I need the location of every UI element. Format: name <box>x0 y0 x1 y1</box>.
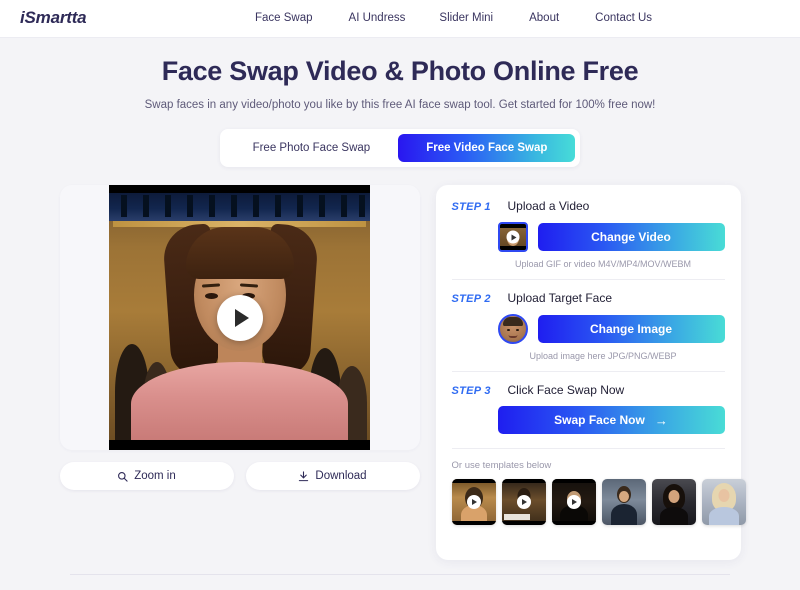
page-title: Face Swap Video & Photo Online Free <box>161 56 639 86</box>
video-player[interactable] <box>109 185 370 450</box>
main-content: Zoom in Download STEP 1 Upload a Video C… <box>0 185 800 560</box>
step-1: STEP 1 Upload a Video Change Video Uploa… <box>452 199 725 269</box>
video-preview-card <box>59 185 420 450</box>
page-subtitle: Swap faces in any video/photo you like b… <box>144 99 656 111</box>
step-3-body: Swap Face Now → <box>452 406 725 434</box>
template-2[interactable] <box>501 479 546 525</box>
play-icon[interactable] <box>216 294 263 341</box>
swap-face-now-button[interactable]: Swap Face Now → <box>497 406 725 434</box>
step-2-body: Change Image <box>452 314 725 344</box>
divider <box>451 448 725 449</box>
main-nav: Face Swap AI Undress Slider Mini About C… <box>255 12 652 24</box>
arrow-right-icon: → <box>654 412 668 428</box>
nav-item-about[interactable]: About <box>529 12 559 24</box>
templates-row <box>451 479 746 525</box>
step-2-title: Upload Target Face <box>507 291 613 305</box>
swap-face-now-label: Swap Face Now <box>554 413 645 427</box>
change-image-button[interactable]: Change Image <box>537 315 725 343</box>
template-6[interactable] <box>701 479 746 525</box>
tab-free-video-face-swap[interactable]: Free Video Face Swap <box>398 134 576 162</box>
nav-item-contact-us[interactable]: Contact Us <box>595 12 652 24</box>
step-1-number: STEP 1 <box>451 201 491 213</box>
download-label: Download <box>315 470 367 482</box>
play-icon <box>516 495 531 509</box>
footer-divider <box>70 574 730 575</box>
step-3-title: Click Face Swap Now <box>507 383 625 397</box>
play-icon <box>506 230 519 244</box>
play-icon <box>566 495 581 509</box>
template-5[interactable] <box>651 479 696 525</box>
steps-panel: STEP 1 Upload a Video Change Video Uploa… <box>435 185 746 560</box>
download-icon <box>298 470 309 482</box>
video-thumbnail[interactable] <box>497 222 528 252</box>
nav-item-slider-mini[interactable]: Slider Mini <box>439 12 493 24</box>
tab-switcher-wrap: Free Photo Face Swap Free Video Face Swa… <box>0 129 800 167</box>
preview-actions: Zoom in Download <box>59 462 420 490</box>
step-2-number: STEP 2 <box>451 293 491 305</box>
face-avatar[interactable] <box>497 314 528 344</box>
site-header: iSmartta Face Swap AI Undress Slider Min… <box>0 0 800 38</box>
play-icon <box>466 495 481 509</box>
template-4[interactable] <box>601 479 646 525</box>
nav-item-face-swap[interactable]: Face Swap <box>255 12 313 24</box>
download-button[interactable]: Download <box>245 462 420 490</box>
step-1-hint: Upload GIF or video M4V/MP4/MOV/WEBM <box>514 259 692 269</box>
tab-switcher: Free Photo Face Swap Free Video Face Swa… <box>219 129 581 167</box>
zoom-in-button[interactable]: Zoom in <box>59 462 234 490</box>
step-1-header: STEP 1 Upload a Video <box>452 199 725 213</box>
step-1-body: Change Video <box>452 222 725 252</box>
page-root: iSmartta Face Swap AI Undress Slider Min… <box>0 0 800 590</box>
step-3-header: STEP 3 Click Face Swap Now <box>452 383 725 397</box>
step-2-header: STEP 2 Upload Target Face <box>452 291 725 305</box>
preview-column: Zoom in Download <box>59 185 420 560</box>
search-icon <box>117 471 128 482</box>
template-3[interactable] <box>551 479 596 525</box>
tab-free-photo-face-swap[interactable]: Free Photo Face Swap <box>225 134 399 162</box>
nav-item-ai-undress[interactable]: AI Undress <box>349 12 406 24</box>
divider <box>451 279 725 280</box>
templates-label: Or use templates below <box>451 460 552 471</box>
zoom-in-label: Zoom in <box>134 470 176 482</box>
step-3-number: STEP 3 <box>451 385 491 397</box>
template-1[interactable] <box>451 479 496 525</box>
divider <box>451 371 725 372</box>
balcony-rail <box>109 195 370 217</box>
change-video-button[interactable]: Change Video <box>537 223 725 251</box>
step-2: STEP 2 Upload Target Face Change Image U… <box>452 291 725 361</box>
step-2-hint: Upload image here JPG/PNG/WEBP <box>529 351 677 361</box>
hero-section: Face Swap Video & Photo Online Free Swap… <box>0 38 800 111</box>
site-logo[interactable]: iSmartta <box>20 8 87 28</box>
step-1-title: Upload a Video <box>507 199 590 213</box>
step-3: STEP 3 Click Face Swap Now Swap Face Now… <box>452 383 725 434</box>
